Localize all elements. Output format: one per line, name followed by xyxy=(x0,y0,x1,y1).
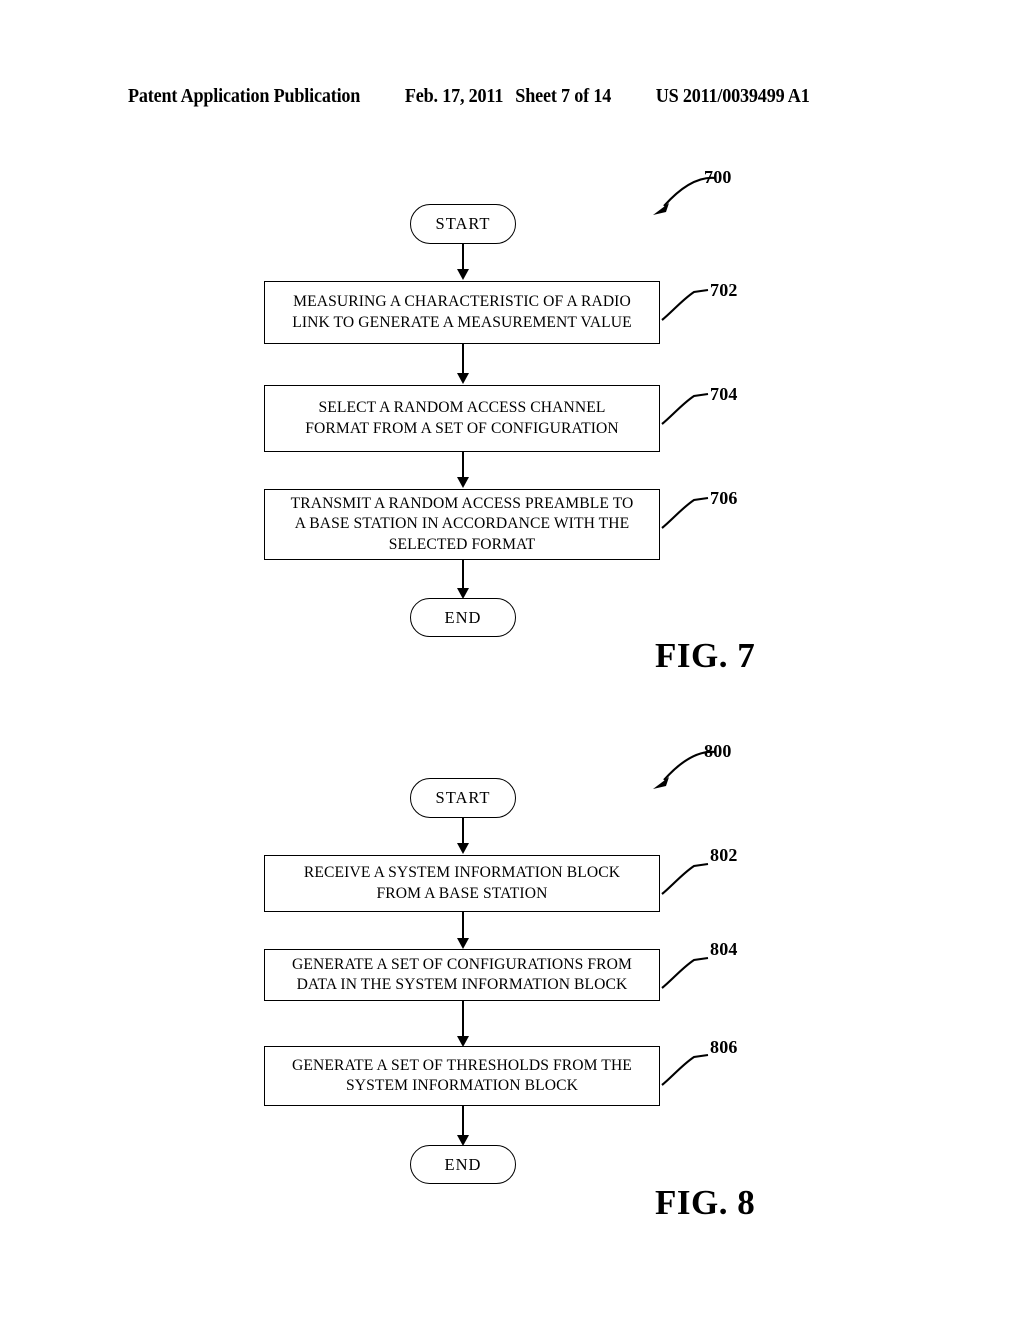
fig7-connector-702-704 xyxy=(462,344,464,374)
fig7-end-label: END xyxy=(444,607,482,627)
fig8-arrowhead-start-802 xyxy=(457,843,469,854)
fig7-step-704-label: SELECT A RANDOM ACCESS CHANNEL FORMAT FR… xyxy=(305,399,619,437)
fig7-arrowhead-704-706 xyxy=(457,477,469,488)
fig7-start-node: START xyxy=(410,204,516,244)
fig8-step-802-label: RECEIVE A SYSTEM INFORMATION BLOCK FROM … xyxy=(303,864,621,902)
figure-8-reference-number: 800 xyxy=(704,741,732,761)
fig7-step-704-leader xyxy=(661,392,709,425)
fig7-step-706-leader xyxy=(661,496,709,529)
fig8-step-806-label: GENERATE A SET OF THRESHOLDS FROM THE SY… xyxy=(292,1056,632,1094)
fig7-step-702-label: MEASURING A CHARACTERISTIC OF A RADIO LI… xyxy=(292,293,632,331)
fig8-step-806-node: GENERATE A SET OF THRESHOLDS FROM THE SY… xyxy=(264,1046,660,1106)
fig7-step-702-node: MEASURING A CHARACTERISTIC OF A RADIO LI… xyxy=(264,281,660,344)
fig8-start-label: START xyxy=(435,788,491,808)
fig8-end-label: END xyxy=(444,1154,482,1174)
fig7-step-704-node: SELECT A RANDOM ACCESS CHANNEL FORMAT FR… xyxy=(264,385,660,452)
fig8-step-802-reference-number: 802 xyxy=(710,845,738,865)
fig8-step-802-node: RECEIVE A SYSTEM INFORMATION BLOCK FROM … xyxy=(264,855,660,912)
fig8-arrowhead-802-804 xyxy=(457,938,469,949)
fig8-start-node: START xyxy=(410,778,516,818)
fig7-arrowhead-start-702 xyxy=(457,269,469,280)
fig8-connector-804-806 xyxy=(462,1001,464,1037)
patent-drawing-page: Patent Application Publication Feb. 17, … xyxy=(0,0,1024,1320)
fig8-step-804-label: GENERATE A SET OF CONFIGURATIONS FROM DA… xyxy=(291,955,633,993)
fig7-connector-706-end xyxy=(462,560,464,589)
fig8-step-806-reference-number: 806 xyxy=(710,1037,738,1057)
fig8-end-node: END xyxy=(410,1145,516,1184)
fig7-end-node: END xyxy=(410,598,516,637)
header-patent-number: US 2011/0039499 A1 xyxy=(655,86,810,107)
fig7-connector-start-702 xyxy=(462,244,464,270)
document-header: Patent Application Publication Feb. 17, … xyxy=(128,86,842,108)
figure-7-reference-number: 700 xyxy=(704,167,732,187)
fig8-connector-802-804 xyxy=(462,912,464,939)
fig8-step-804-node: GENERATE A SET OF CONFIGURATIONS FROM DA… xyxy=(264,949,660,1001)
fig7-connector-704-706 xyxy=(462,452,464,478)
fig8-step-804-reference-number: 804 xyxy=(710,939,738,959)
fig7-step-706-reference-number: 706 xyxy=(710,488,738,508)
fig7-arrowhead-702-704 xyxy=(457,373,469,384)
fig8-step-802-leader xyxy=(661,862,709,895)
fig8-step-804-leader xyxy=(661,956,709,989)
fig7-start-label: START xyxy=(435,214,491,234)
fig8-connector-806-end xyxy=(462,1106,464,1136)
figure-7-caption: FIG. 7 xyxy=(655,636,756,675)
fig7-step-704-reference-number: 704 xyxy=(710,384,738,404)
figure-7-reference-leader xyxy=(653,176,717,215)
fig7-step-702-reference-number: 702 xyxy=(710,280,738,300)
fig7-step-706-label: TRANSMIT A RANDOM ACCESS PREAMBLE TO A B… xyxy=(290,495,634,553)
figure-8-reference-leader xyxy=(653,750,717,789)
header-publication-date: Feb. 17, 2011 xyxy=(404,86,504,107)
fig8-step-806-leader xyxy=(661,1053,709,1086)
header-publication-title: Patent Application Publication xyxy=(128,86,361,107)
fig8-connector-start-802 xyxy=(462,818,464,844)
fig7-step-706-node: TRANSMIT A RANDOM ACCESS PREAMBLE TO A B… xyxy=(264,489,660,560)
figure-8-caption: FIG. 8 xyxy=(655,1183,756,1222)
header-sheet-number: Sheet 7 of 14 xyxy=(515,86,612,107)
fig7-step-702-leader xyxy=(661,288,709,321)
